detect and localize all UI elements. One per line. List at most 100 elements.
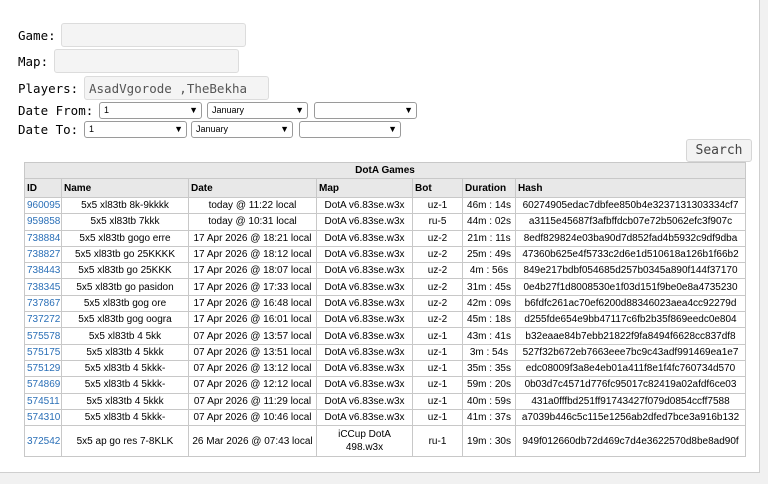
table-row: 738345 5x5 xl83tb go pasidon 17 Apr 2026 @… [24, 278, 747, 296]
to-month-select[interactable]: January ▼ [191, 121, 293, 138]
name-cell: 5x5 xl83tb go pasidon [61, 278, 189, 296]
game-id-cell: 738884 [24, 229, 62, 247]
duration-cell: 21m : 11s [462, 229, 516, 247]
to-day-select[interactable]: 1 ▼ [84, 121, 187, 138]
game-id-link[interactable]: 737272 [27, 314, 60, 325]
date-cell: 07 Apr 2026 @ 13:57 local [188, 327, 317, 345]
name-cell: 5x5 xl83tb 4 5kkk- [61, 376, 189, 394]
name-cell: 5x5 xl83tb 8k-9kkkk [61, 196, 189, 215]
game-id-cell: 960095 [24, 196, 62, 215]
game-id-cell: 737867 [24, 294, 62, 313]
chevron-down-icon: ▼ [388, 124, 397, 134]
to-year-select[interactable]: ▼ [299, 121, 401, 138]
duration-cell: 46m : 14s [462, 196, 516, 215]
from-year-select[interactable]: ▼ [314, 102, 417, 119]
column-header: Duration [462, 178, 516, 198]
table-row: 738884 5x5 xl83tb gogo erre 17 Apr 2026 @ … [24, 229, 747, 247]
game-id-link[interactable]: 959858 [27, 216, 60, 227]
game-id-link[interactable]: 738884 [27, 233, 60, 244]
map-cell: DotA v6.83se.w3x [316, 213, 413, 231]
duration-cell: 4m : 56s [462, 262, 516, 280]
from-month-select[interactable]: January ▼ [207, 102, 308, 119]
date-cell: 17 Apr 2026 @ 18:07 local [188, 262, 317, 280]
hash-cell: 8edf829824e03ba90d7d852fad4b5932c9df9dba [514, 229, 747, 247]
name-cell: 5x5 xl83tb gog ore [61, 294, 189, 313]
game-id-link[interactable]: 372542 [27, 436, 60, 447]
table-row: 737272 5x5 xl83tb gog oogra 17 Apr 2026 @ … [24, 311, 747, 329]
bot-cell: uz-2 [412, 311, 463, 329]
table-row: 959858 5x5 xl83tb 7kkk today @ 10:31 local… [24, 213, 747, 231]
map-cell: DotA v6.83se.w3x [316, 278, 413, 296]
bot-cell: uz-2 [412, 278, 463, 296]
column-header: ID [24, 178, 62, 198]
table-row: 574869 5x5 xl83tb 4 5kkk- 07 Apr 2026 @ 12… [24, 376, 747, 394]
hash-cell: 0e4b27f1d8008530e1f03d151f9be0e8a4735230 [514, 278, 747, 296]
game-id-cell: 959858 [24, 213, 62, 231]
table-body: 960095 5x5 xl83tb 8k-9kkkk today @ 11:22 l… [24, 196, 747, 458]
hash-cell: 849e217bdbf054685d257b0345a890f144f37170 [514, 262, 747, 280]
game-id-link[interactable]: 737867 [27, 298, 60, 309]
game-id-cell: 575578 [24, 327, 62, 345]
to-day-value: 1 [89, 124, 95, 134]
game-id-cell: 574511 [24, 392, 62, 410]
date-cell: 17 Apr 2026 @ 16:48 local [188, 294, 317, 313]
map-input[interactable] [54, 49, 239, 73]
search-button[interactable]: Search [686, 139, 752, 162]
game-id-link[interactable]: 575175 [27, 347, 60, 358]
hash-cell: d255fde654e9bb47117c6fb2b35f869eedc0e804 [514, 311, 747, 329]
bot-cell: uz-2 [412, 245, 463, 264]
duration-cell: 59m : 20s [462, 376, 516, 394]
hash-cell: 431a0fffbd251ff91743427f079d0854ccff7588 [514, 392, 747, 410]
game-id-link[interactable]: 575129 [27, 363, 60, 374]
game-id-link[interactable]: 738827 [27, 249, 60, 260]
table-row: 575175 5x5 xl83tb 4 5kkk 07 Apr 2026 @ 13:… [24, 343, 747, 361]
game-id-link[interactable]: 574511 [27, 396, 60, 407]
duration-cell: 43m : 41s [462, 327, 516, 345]
game-id-link[interactable]: 738443 [27, 265, 60, 276]
date-to-label: Date To: [18, 122, 79, 137]
date-cell: 17 Apr 2026 @ 17:33 local [188, 278, 317, 296]
date-cell: 17 Apr 2026 @ 18:12 local [188, 245, 317, 264]
name-cell: 5x5 xl83tb 4 5kkk- [61, 359, 189, 378]
game-id-link[interactable]: 574869 [27, 379, 60, 390]
map-cell: DotA v6.83se.w3x [316, 343, 413, 361]
hash-cell: a3115e45687f3afbffdcb07e72b5062efc3f907c [514, 213, 747, 231]
column-header: Hash [514, 178, 747, 198]
name-cell: 5x5 xl83tb 7kkk [61, 213, 189, 231]
game-input[interactable] [61, 23, 246, 47]
chevron-down-icon: ▼ [189, 105, 198, 115]
duration-cell: 45m : 18s [462, 311, 516, 329]
table-row: 575129 5x5 xl83tb 4 5kkk- 07 Apr 2026 @ 13… [24, 359, 747, 378]
table-row: 737867 5x5 xl83tb gog ore 17 Apr 2026 @ 16… [24, 294, 747, 313]
column-header: Date [188, 178, 317, 198]
table-row: 372542 5x5 ap go res 7-8KLK 26 Mar 2026 @ … [24, 425, 747, 458]
duration-cell: 31m : 45s [462, 278, 516, 296]
bot-cell: uz-1 [412, 359, 463, 378]
game-id-link[interactable]: 738345 [27, 282, 60, 293]
name-cell: 5x5 xl83tb gog oogra [61, 311, 189, 329]
from-day-select[interactable]: 1 ▼ [99, 102, 202, 119]
duration-cell: 40m : 59s [462, 392, 516, 410]
name-cell: 5x5 xl83tb go 25KKK [61, 262, 189, 280]
page: Game: Map: Players: Date From: 1 ▼ Janua… [0, 0, 760, 473]
game-id-link[interactable]: 575578 [27, 331, 60, 342]
date-cell: 07 Apr 2026 @ 13:12 local [188, 359, 317, 378]
game-id-link[interactable]: 574310 [27, 412, 60, 423]
bot-cell: uz-1 [412, 408, 463, 427]
bot-cell: uz-1 [412, 196, 463, 215]
game-id-cell: 738345 [24, 278, 62, 296]
bot-cell: uz-1 [412, 376, 463, 394]
duration-cell: 25m : 49s [462, 245, 516, 264]
bot-cell: uz-2 [412, 294, 463, 313]
map-cell: DotA v6.83se.w3x [316, 359, 413, 378]
hash-cell: 949f012660db72d469c7d4e3622570d8be8ad90f [514, 425, 747, 458]
table-row: 575578 5x5 xl83tb 4 5kk 07 Apr 2026 @ 13:5… [24, 327, 747, 345]
name-cell: 5x5 ap go res 7-8KLK [61, 425, 189, 458]
players-input[interactable] [84, 76, 269, 100]
date-cell: today @ 10:31 local [188, 213, 317, 231]
hash-cell: 47360b625e4f5733c2d6e1d510618a126b1f66b2 [514, 245, 747, 264]
game-id-link[interactable]: 960095 [27, 200, 60, 211]
bot-cell: uz-1 [412, 327, 463, 345]
table-row: 738827 5x5 xl83tb go 25KKKK 17 Apr 2026 @ … [24, 245, 747, 264]
game-label: Game: [18, 28, 56, 43]
